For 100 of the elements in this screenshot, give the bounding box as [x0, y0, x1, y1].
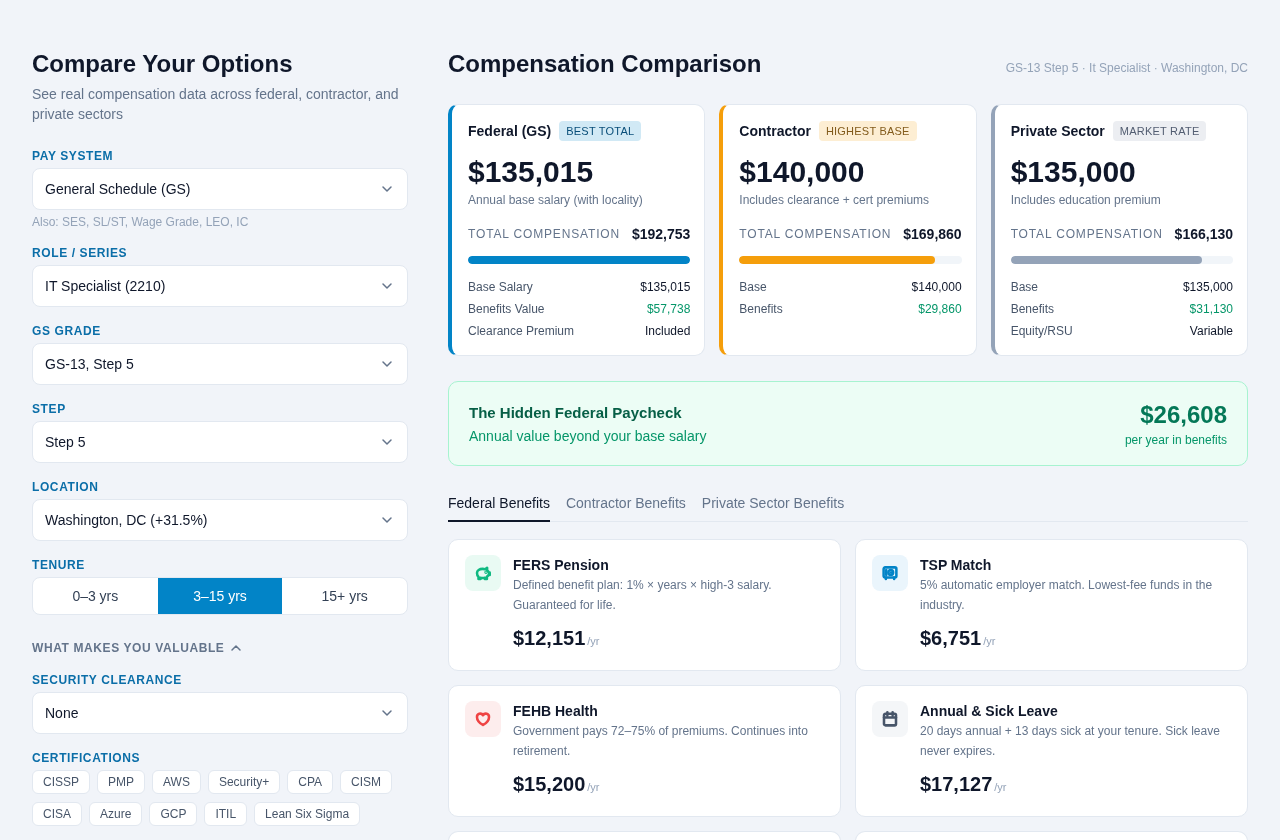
section-title: Compensation Comparison — [448, 49, 762, 79]
certification-option[interactable]: GCP — [149, 802, 198, 826]
row-value: Variable — [1189, 323, 1233, 340]
field-label: PAY SYSTEM — [32, 148, 115, 164]
banner-subtitle: Annual value beyond your base salary — [469, 427, 707, 446]
chevron-down-icon — [382, 361, 392, 367]
row-label: Base — [739, 279, 767, 296]
total-label: TOTAL COMPENSATION — [739, 226, 892, 243]
salary-amount: $135,000 — [1010, 154, 1137, 190]
field-label: STEP — [32, 401, 67, 417]
row-value: $29,860 — [918, 301, 962, 318]
chevron-down-icon — [382, 283, 392, 289]
benefits-tab[interactable]: Private Sector Benefits — [701, 485, 845, 522]
unit-label: /yr — [587, 780, 600, 795]
row-label: Base — [1010, 279, 1038, 296]
row-label: Base Salary — [468, 279, 533, 296]
benefit-description: Defined benefit plan: 1% × years × high-3 salary. Guaranteed for life. — [513, 577, 773, 614]
sector-name: Contractor — [739, 122, 811, 141]
field-label: GS GRADE — [32, 323, 102, 339]
benefits-tab[interactable]: Contractor Benefits — [565, 485, 686, 522]
row-value: $135,015 — [640, 279, 691, 296]
sector-name: Federal (GS) — [468, 122, 552, 141]
row-label: Clearance Premium — [468, 323, 575, 340]
row-value: Included — [644, 323, 691, 340]
salary-amount: $140,000 — [739, 154, 866, 190]
row-value: $57,738 — [646, 301, 691, 318]
sector-name: Private Sector — [1010, 122, 1105, 141]
unit-label: /yr — [994, 780, 1007, 795]
chevron-up-icon — [231, 645, 242, 651]
chevron-down-icon — [382, 710, 392, 716]
row-label: Benefits — [1010, 301, 1054, 318]
row-label: Benefits Value — [468, 301, 545, 318]
benefit-title: TSP Match — [920, 556, 993, 575]
row-label: Equity/RSU — [1010, 323, 1073, 340]
certification-option[interactable]: Security+ — [207, 770, 281, 794]
total-amount: $192,753 — [631, 225, 691, 244]
dropdown[interactable]: General Schedule (GS) — [32, 168, 408, 210]
total-label: TOTAL COMPENSATION — [1010, 226, 1163, 243]
row-value: $135,000 — [1182, 279, 1233, 296]
benefit-amount: $17,127 — [920, 772, 993, 797]
dropdown[interactable]: None — [32, 692, 408, 734]
row-value: $140,000 — [911, 279, 962, 296]
total-amount: $169,860 — [903, 225, 962, 244]
field-label: SECURITY CLEARANCE — [32, 672, 183, 688]
highlight-tag: MARKET RATE — [1112, 121, 1207, 141]
row-label: Benefits — [739, 301, 783, 318]
unit-label: /yr — [587, 634, 600, 649]
field-label: LOCATION — [32, 479, 100, 495]
chevron-down-icon — [382, 517, 392, 523]
salary-note: Annual base salary (with locality) — [468, 192, 644, 208]
certification-option[interactable]: CISA — [32, 802, 82, 826]
certification-option[interactable]: CPA — [287, 770, 334, 794]
dropdown[interactable]: IT Specialist (2210) — [32, 265, 408, 307]
total-amount: $166,130 — [1174, 225, 1233, 244]
tenure-option[interactable]: 0–3 yrs — [33, 578, 158, 614]
highlight-tag: HIGHEST BASE — [818, 121, 917, 141]
piggy-bank-icon — [465, 555, 501, 591]
calendar-icon — [872, 701, 908, 737]
tenure-option[interactable]: 3–15 yrs — [157, 578, 283, 614]
safe-icon — [872, 555, 908, 591]
dropdown[interactable]: Step 5 — [32, 421, 408, 463]
certification-option[interactable]: CISM — [340, 770, 393, 794]
hint-text: Also: SES, SL/ST, Wage Grade, LEO, IC — [32, 215, 250, 229]
page-title: Compare Your Options — [32, 49, 294, 79]
certification-option[interactable]: CISSP — [32, 770, 90, 794]
field-label: TENURE — [32, 557, 86, 573]
certification-option[interactable]: Lean Six Sigma — [254, 802, 361, 826]
benefit-title: FERS Pension — [513, 556, 610, 575]
highlight-tag: BEST TOTAL — [559, 121, 642, 141]
field-label: CERTIFICATIONS — [32, 750, 142, 766]
certification-option[interactable]: PMP — [97, 770, 146, 794]
chevron-down-icon — [382, 186, 392, 192]
benefits-note: per year in benefits — [1124, 432, 1227, 448]
field-label: ROLE / SERIES — [32, 245, 129, 261]
dropdown[interactable]: Washington, DC (+31.5%) — [32, 499, 408, 541]
section-toggle[interactable]: WHAT MAKES YOU VALUABLE — [32, 640, 242, 656]
dropdown[interactable]: GS-13, Step 5 — [32, 343, 408, 385]
benefit-description: 20 days annual + 13 days sick at your tenure. Sick leave never expires. — [920, 723, 1221, 760]
unit-label: /yr — [983, 634, 996, 649]
total-label: TOTAL COMPENSATION — [468, 226, 621, 243]
row-value: $31,130 — [1189, 301, 1233, 318]
banner-title: The Hidden Federal Paycheck — [469, 403, 683, 423]
benefit-description: Government pays 72–75% of premiums. Continues into retirement. — [513, 723, 809, 760]
salary-amount: $135,015 — [468, 154, 595, 190]
benefit-amount: $15,200 — [513, 772, 586, 797]
benefit-title: FEHB Health — [513, 702, 599, 721]
context-text: GS-13 Step 5 · It Specialist · Washington, DC — [1005, 61, 1248, 75]
benefit-amount: $12,151 — [513, 626, 586, 651]
salary-note: Includes education premium — [1010, 192, 1162, 208]
salary-note: Includes clearance + cert premiums — [739, 192, 931, 208]
benefits-tab[interactable]: Federal Benefits — [448, 485, 550, 522]
chevron-down-icon — [382, 439, 392, 445]
benefits-total: $26,608 — [1139, 401, 1227, 429]
certification-option[interactable]: AWS — [152, 770, 201, 794]
page-subtitle: See real compensation data across federal, contractor, and private sectors — [32, 85, 400, 124]
certification-option[interactable]: ITIL — [204, 802, 248, 826]
tenure-option[interactable]: 15+ yrs — [282, 578, 407, 614]
benefit-description: 5% automatic employer match. Lowest-fee funds in the industry. — [920, 577, 1214, 614]
certification-option[interactable]: Azure — [89, 802, 143, 826]
benefit-title: Annual & Sick Leave — [920, 702, 1059, 721]
